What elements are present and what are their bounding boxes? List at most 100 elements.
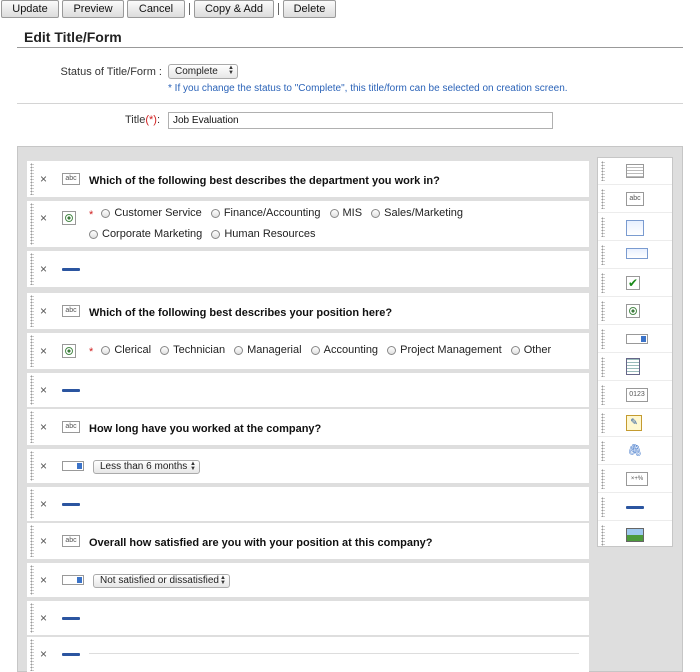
palette-item-number[interactable]: 0123 — [598, 382, 672, 409]
form-row-separator[interactable]: × — [27, 251, 589, 287]
radio-button[interactable] — [160, 346, 170, 355]
form-row-separator[interactable]: × — [27, 373, 589, 407]
radio-option[interactable]: Sales/Marketing — [371, 204, 463, 223]
drag-handle-icon[interactable] — [601, 217, 605, 237]
delete-row-icon[interactable]: × — [40, 344, 47, 358]
radio-button[interactable] — [510, 346, 520, 355]
palette-item-checkbox[interactable]: ✔ — [598, 270, 672, 297]
form-row-text[interactable]: × abc Which of the following best descri… — [27, 161, 589, 197]
cancel-button[interactable]: Cancel — [127, 0, 185, 18]
delete-row-icon[interactable]: × — [40, 383, 47, 397]
radio-button[interactable] — [387, 346, 397, 355]
delete-button[interactable]: Delete — [283, 0, 336, 18]
drag-handle-icon[interactable] — [30, 253, 34, 285]
delete-row-icon[interactable]: × — [40, 420, 47, 434]
status-select[interactable]: Complete ▲ ▼ — [168, 64, 238, 79]
drag-handle-icon[interactable] — [30, 603, 34, 633]
drag-handle-icon[interactable] — [601, 525, 605, 546]
drag-handle-icon[interactable] — [601, 245, 605, 265]
delete-row-icon[interactable]: × — [40, 647, 47, 661]
update-button[interactable]: Update — [1, 0, 59, 18]
copy-add-button[interactable]: Copy & Add — [194, 0, 274, 18]
radio-option[interactable]: Finance/Accounting — [210, 204, 320, 223]
radio-option[interactable]: Other — [510, 341, 551, 360]
drag-handle-icon[interactable] — [30, 451, 34, 481]
delete-row-icon[interactable]: × — [40, 262, 47, 276]
form-row-dropdown[interactable]: × Not satisfied or dissatisfied ▲ ▼ — [27, 563, 589, 597]
form-row-radio[interactable]: × * Customer Service Finance/Accounting … — [27, 201, 589, 247]
drag-handle-icon[interactable] — [601, 161, 605, 181]
palette-item-textarea[interactable] — [598, 214, 672, 241]
delete-row-icon[interactable]: × — [40, 211, 47, 225]
radio-button[interactable] — [234, 346, 244, 355]
radio-option[interactable]: Human Resources — [211, 225, 315, 244]
delete-row-icon[interactable]: × — [40, 534, 47, 548]
form-row-text[interactable]: × abc How long have you worked at the co… — [27, 409, 589, 445]
radio-button[interactable] — [89, 230, 98, 239]
drag-handle-icon[interactable] — [30, 203, 34, 245]
delete-row-icon[interactable]: × — [40, 497, 47, 511]
preview-button[interactable]: Preview — [62, 0, 124, 18]
satisfaction-select[interactable]: Not satisfied or dissatisfied ▲ ▼ — [93, 574, 230, 588]
drag-handle-icon[interactable] — [601, 189, 605, 209]
delete-row-icon[interactable]: × — [40, 611, 47, 625]
drag-handle-icon[interactable] — [30, 565, 34, 595]
drag-handle-icon[interactable] — [30, 335, 34, 367]
drag-handle-icon[interactable] — [30, 163, 34, 195]
radio-button[interactable] — [329, 209, 339, 218]
tenure-select[interactable]: Less than 6 months ▲ ▼ — [93, 460, 200, 474]
form-row-text[interactable]: × abc Overall how satisfied are you with… — [27, 523, 589, 559]
form-row-separator[interactable]: × — [27, 601, 589, 635]
radio-option[interactable]: MIS — [329, 204, 362, 223]
palette-item-date[interactable]: ✎ — [598, 410, 672, 437]
delete-row-icon[interactable]: × — [40, 459, 47, 473]
radio-button[interactable] — [371, 209, 381, 218]
delete-row-icon[interactable]: × — [40, 172, 47, 186]
radio-option[interactable]: Corporate Marketing — [89, 225, 202, 244]
form-row-separator[interactable]: × — [27, 637, 589, 672]
title-input[interactable] — [168, 112, 553, 129]
form-row-text[interactable]: × abc Which of the following best descri… — [27, 293, 589, 329]
drag-handle-icon[interactable] — [601, 469, 605, 489]
drag-handle-icon[interactable] — [30, 489, 34, 519]
drag-handle-icon[interactable] — [601, 329, 605, 349]
drag-handle-icon[interactable] — [30, 525, 34, 557]
radio-button[interactable] — [211, 230, 221, 239]
palette-item-calculation[interactable]: ×+% — [598, 466, 672, 493]
drag-handle-icon[interactable] — [30, 639, 34, 671]
palette-item-text-label[interactable]: abc — [598, 186, 672, 213]
palette-item-listbox[interactable] — [598, 354, 672, 381]
radio-button[interactable] — [310, 346, 320, 355]
palette-item-image[interactable] — [598, 522, 672, 549]
drag-handle-icon[interactable] — [30, 411, 34, 443]
radio-button[interactable] — [101, 346, 111, 355]
drag-handle-icon[interactable] — [30, 375, 34, 405]
drag-handle-icon[interactable] — [30, 295, 34, 327]
drag-handle-icon[interactable] — [601, 385, 605, 405]
radio-option[interactable]: Project Management — [387, 341, 502, 360]
drag-handle-icon[interactable] — [601, 441, 605, 461]
form-row-separator[interactable]: × — [27, 487, 589, 521]
radio-option[interactable]: Clerical — [101, 341, 151, 360]
delete-row-icon[interactable]: × — [40, 573, 47, 587]
radio-button[interactable] — [210, 209, 220, 218]
radio-option[interactable]: Managerial — [234, 341, 302, 360]
palette-item-dropdown[interactable] — [598, 326, 672, 353]
radio-option[interactable]: Customer Service — [101, 204, 202, 223]
palette-item-radio[interactable] — [598, 298, 672, 325]
drag-handle-icon[interactable] — [601, 301, 605, 321]
palette-item-attachment[interactable]: 🖇 — [598, 438, 672, 465]
palette-item-text-input[interactable] — [598, 242, 672, 269]
palette-item-table[interactable] — [598, 158, 672, 185]
radio-option[interactable]: Technician — [160, 341, 225, 360]
drag-handle-icon[interactable] — [601, 497, 605, 517]
form-row-dropdown[interactable]: × Less than 6 months ▲ ▼ — [27, 449, 589, 483]
delete-row-icon[interactable]: × — [40, 304, 47, 318]
form-row-radio[interactable]: × * Clerical Technician Managerial Accou… — [27, 333, 589, 369]
drag-handle-icon[interactable] — [601, 273, 605, 293]
drag-handle-icon[interactable] — [601, 413, 605, 433]
palette-item-separator[interactable] — [598, 494, 672, 521]
radio-button[interactable] — [101, 209, 111, 218]
radio-option[interactable]: Accounting — [310, 341, 378, 360]
drag-handle-icon[interactable] — [601, 357, 605, 377]
